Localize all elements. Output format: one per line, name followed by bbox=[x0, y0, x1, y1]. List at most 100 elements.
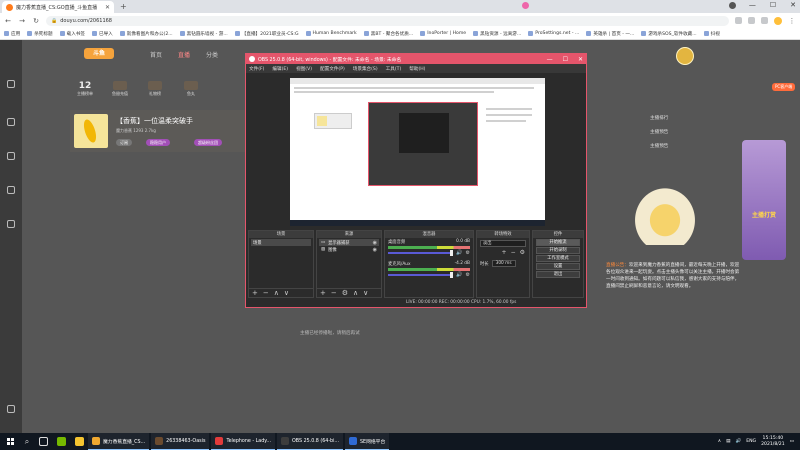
subscribe-pill[interactable]: 订阅 bbox=[116, 139, 132, 146]
stat-fishball[interactable]: 鱼丸 bbox=[184, 81, 198, 97]
stat-recharge[interactable]: 鱼翅充值 bbox=[112, 81, 128, 97]
bookmark-item[interactable]: 黑钻资源 - 远离游... bbox=[473, 31, 521, 37]
bookmark-item[interactable]: 就像看图片和办公(2... bbox=[119, 31, 173, 37]
stat-rank[interactable]: 12 主播榜单 bbox=[77, 81, 93, 97]
account-icon[interactable] bbox=[729, 2, 736, 9]
up-icon[interactable]: ∧ bbox=[274, 289, 279, 297]
bookmark-item[interactable]: InoPorter | Home bbox=[420, 31, 466, 36]
settings-button[interactable]: 设置 bbox=[536, 263, 580, 270]
nvidia-icon[interactable] bbox=[52, 433, 70, 450]
volume-slider[interactable] bbox=[388, 249, 454, 256]
fanclub-pill[interactable]: 超级粉丝团 bbox=[194, 139, 222, 146]
streamer-avatar[interactable] bbox=[74, 114, 108, 148]
eye-icon[interactable]: ◉ bbox=[373, 240, 377, 246]
speaker-icon[interactable]: 🔊 bbox=[456, 272, 462, 278]
taskbar-app[interactable]: Telephone - Lady... bbox=[211, 433, 276, 450]
user-pill[interactable]: 稳稳用户 bbox=[146, 139, 170, 146]
obs-menu-item[interactable]: 文件(F) bbox=[249, 66, 264, 72]
speaker-icon[interactable]: 🔊 bbox=[456, 250, 462, 256]
back-icon[interactable]: ← bbox=[4, 17, 12, 25]
maximize-icon[interactable]: ☐ bbox=[563, 56, 568, 63]
bookmark-item[interactable]: 【直播】2021职业员-CS:G bbox=[234, 31, 299, 37]
rank-row[interactable]: 主播排行 bbox=[650, 115, 668, 121]
close-icon[interactable]: ✕ bbox=[105, 4, 110, 11]
profile-dot-icon[interactable] bbox=[522, 2, 529, 9]
stat-gifts[interactable]: 礼物榜 bbox=[148, 81, 162, 97]
clock[interactable]: 15:15:40 2021/8/21 bbox=[761, 436, 785, 448]
sidebar-item-more[interactable] bbox=[0, 405, 22, 415]
add-icon[interactable]: + bbox=[320, 289, 326, 297]
gold-badge-icon[interactable] bbox=[676, 47, 694, 65]
bookmark-item[interactable]: 载入书签 bbox=[59, 31, 85, 37]
reload-icon[interactable]: ↻ bbox=[32, 17, 40, 25]
bookmark-item[interactable]: 黑钻圆乐墙视 - 游... bbox=[179, 31, 228, 37]
gear-icon[interactable]: ⚙ bbox=[342, 289, 348, 297]
bookmark-item[interactable]: 杀死标题 bbox=[27, 31, 53, 37]
volume-icon[interactable]: 🔊 bbox=[735, 439, 741, 444]
minimize-icon[interactable]: — bbox=[749, 1, 756, 9]
gear-icon[interactable]: ⚙ bbox=[520, 249, 525, 256]
bookmark-item[interactable]: 已导入 bbox=[91, 31, 113, 37]
obs-menu-item[interactable]: 工具(T) bbox=[386, 66, 402, 72]
add-icon[interactable]: + bbox=[252, 289, 258, 297]
forward-icon[interactable]: → bbox=[18, 17, 26, 25]
obs-window[interactable]: OBS 25.0.8 (64-bit, windows) - 配置文件: 未命名… bbox=[245, 53, 587, 308]
sidebar-item-follow[interactable] bbox=[0, 118, 22, 128]
nav-item[interactable]: 分类 bbox=[206, 50, 218, 59]
extension-icon[interactable] bbox=[761, 17, 768, 24]
obs-title-bar[interactable]: OBS 25.0.8 (64-bit, windows) - 配置文件: 未命名… bbox=[246, 54, 586, 64]
volume-slider[interactable] bbox=[388, 271, 454, 278]
add-icon[interactable]: + bbox=[502, 249, 507, 256]
close-window-icon[interactable]: ✕ bbox=[790, 1, 796, 9]
eye-icon[interactable]: ◉ bbox=[373, 247, 377, 253]
language-indicator[interactable]: ENG bbox=[746, 439, 756, 444]
obs-menu-item[interactable]: 场景集合(S) bbox=[353, 66, 378, 72]
studio-mode-button[interactable]: 工作室模式 bbox=[536, 255, 580, 262]
bookmark-item[interactable]: ProSettings.net - ... bbox=[528, 31, 579, 36]
remove-icon[interactable]: − bbox=[511, 249, 516, 256]
transition-select[interactable]: 淡出 bbox=[480, 240, 526, 247]
taskbar-app[interactable]: 魔力香蕉直播_CS... bbox=[88, 433, 150, 450]
obs-menu-item[interactable]: 编辑(E) bbox=[272, 66, 288, 72]
duration-input[interactable]: 300 ms bbox=[491, 260, 516, 267]
network-icon[interactable]: ▤ bbox=[726, 439, 730, 444]
source-item[interactable]: ▨ 图像 ◉ bbox=[319, 246, 379, 253]
extension-icon[interactable] bbox=[735, 17, 742, 24]
address-bar[interactable]: 🔒 douyu.com/2061168 bbox=[46, 15, 729, 26]
browser-tab[interactable]: 魔力香蕉直播_CS:GO直播_斗鱼直播 ✕ bbox=[2, 1, 114, 13]
taskbar-app[interactable]: 26338463-Oasis bbox=[151, 433, 210, 450]
obs-menu-item[interactable]: 帮助(H) bbox=[409, 66, 425, 72]
nav-item[interactable]: 首页 bbox=[150, 50, 162, 59]
rank-row[interactable]: 主播预告 bbox=[650, 143, 668, 149]
obs-menu-item[interactable]: 配置文件(P) bbox=[320, 66, 345, 72]
bookmark-item[interactable]: 黑BT - 聚合各优质... bbox=[363, 31, 413, 37]
tray-arrow-icon[interactable]: ∧ bbox=[718, 439, 721, 444]
task-view-icon[interactable] bbox=[34, 433, 52, 450]
bookmark-item[interactable]: 游戏杀SOS_软件收藏... bbox=[641, 31, 697, 37]
douyu-logo[interactable]: 斗鱼 bbox=[84, 48, 114, 59]
bookmark-item[interactable]: 英雄杀 | 首页 - 一... bbox=[586, 31, 634, 37]
sidebar-item-home[interactable] bbox=[0, 80, 22, 90]
search-icon[interactable]: ⌕ bbox=[20, 437, 34, 447]
close-icon[interactable]: ✕ bbox=[578, 56, 583, 63]
start-button[interactable] bbox=[0, 438, 20, 445]
scene-item[interactable]: 场景 bbox=[251, 239, 311, 246]
bookmark-item[interactable]: 抖视 bbox=[703, 31, 720, 37]
bonus-banner[interactable]: 主播打赏 bbox=[742, 140, 786, 260]
remove-icon[interactable]: − bbox=[331, 289, 337, 297]
gear-icon[interactable]: ⚙ bbox=[466, 272, 470, 278]
nav-item[interactable]: 直播 bbox=[178, 50, 190, 59]
profile-avatar[interactable] bbox=[774, 16, 782, 25]
start-recording-button[interactable]: 开始录制 bbox=[536, 247, 580, 254]
exit-button[interactable]: 退出 bbox=[536, 271, 580, 278]
rank-row[interactable]: 主播预告 bbox=[650, 129, 668, 135]
bookmark-item[interactable]: Human Benchmark bbox=[305, 31, 357, 36]
maximize-icon[interactable]: ☐ bbox=[770, 1, 776, 9]
new-tab-icon[interactable]: + bbox=[120, 2, 127, 11]
menu-dots-icon[interactable]: ⋮ bbox=[788, 17, 796, 25]
down-icon[interactable]: ∨ bbox=[363, 289, 368, 297]
bookmark-item[interactable]: 应用 bbox=[4, 31, 20, 37]
up-icon[interactable]: ∧ bbox=[353, 289, 358, 297]
source-item[interactable]: ▭ 显示器捕获 ◉ bbox=[319, 239, 379, 246]
down-icon[interactable]: ∨ bbox=[284, 289, 289, 297]
